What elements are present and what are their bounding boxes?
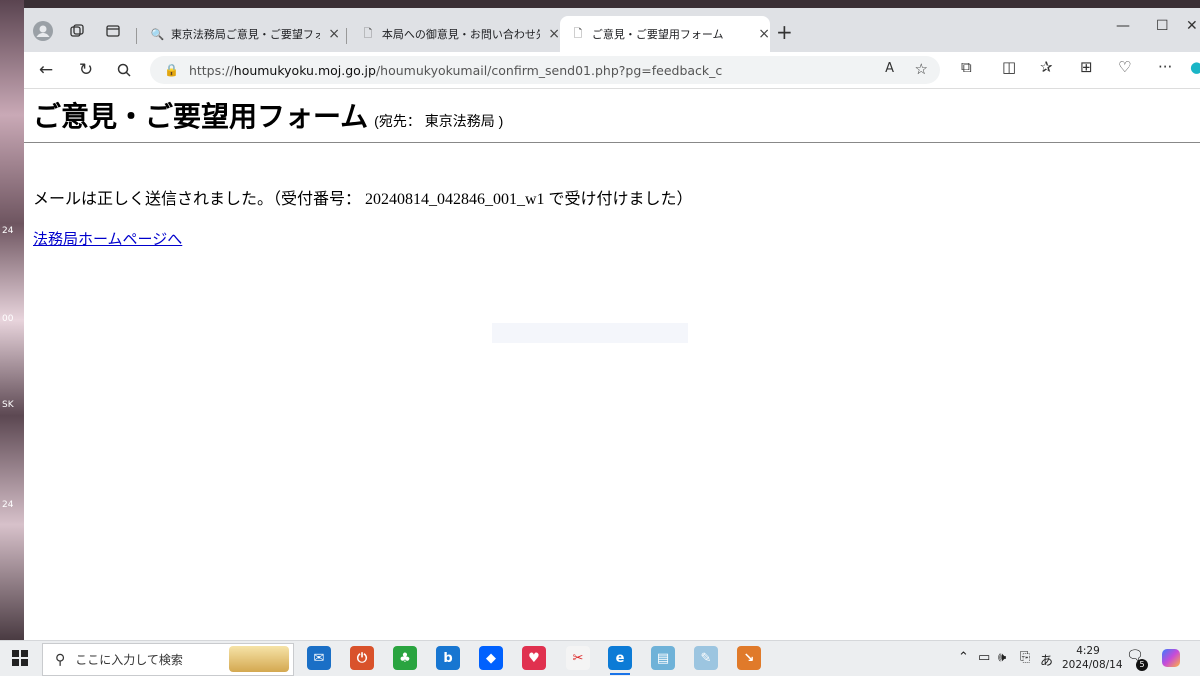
evernote-icon[interactable]: ♣ (393, 646, 417, 670)
tab-2[interactable]: 🗋 本局への御意見・お問い合わせ先ー × (350, 16, 560, 52)
app-red-icon[interactable]: ⏻ (350, 646, 374, 670)
edge-icon[interactable]: e (608, 646, 632, 670)
back-icon[interactable]: ← (34, 58, 58, 82)
taskbar-search-placeholder: ここに入力して検索 (75, 653, 183, 667)
network-icon[interactable]: ⎘ (1020, 650, 1030, 665)
url-field[interactable]: 🔒 https://houmukyoku.moj.go.jp/houmukyok… (150, 56, 940, 84)
notification-count: 5 (1136, 659, 1148, 671)
address-bar-row: ← ↻ 🔒 https://houmukyoku.moj.go.jp/houmu… (24, 52, 1200, 89)
profile-icon[interactable] (30, 18, 56, 44)
page-content: ご意見・ご要望用フォーム (宛先： 東京法務局 ) メールは正しく送信されました。… (24, 89, 1200, 640)
app-scissors-icon[interactable]: ✂ (566, 646, 590, 670)
search-icon[interactable] (112, 58, 136, 82)
page-icon: 🗋 (363, 26, 373, 40)
page-subtitle: (宛先： 東京法務局 ) (374, 113, 504, 129)
search-icon: 🔍 (150, 27, 165, 41)
desktop-icon-label: SK (2, 400, 14, 410)
extensions-icon[interactable]: ⧉ (961, 58, 972, 76)
taskbar-search-box[interactable]: ⚲ ここに入力して検索 (42, 643, 294, 676)
volume-icon[interactable]: 🕪 (998, 650, 1006, 665)
page-icon: 🗋 (573, 26, 583, 40)
search-highlight-image (229, 646, 289, 672)
tab-label: ご意見・ご要望用フォーム (591, 28, 724, 41)
app-blue-b-icon[interactable]: b (436, 646, 460, 670)
page-title: ご意見・ご要望用フォーム (宛先： 東京法務局 ) (33, 95, 503, 135)
taskbar: ⚲ ここに入力して検索 ✉ ⏻ ♣ b ◆ ♥ ✂ e ▤ ✎ ↘ ⌃ ▭ 🕪 … (0, 640, 1200, 676)
favorite-star-icon[interactable]: ☆ (915, 60, 928, 78)
split-screen-icon[interactable]: ◫ (1002, 58, 1016, 76)
tab-label: 東京法務局ご意見・ご要望フォーム - (170, 28, 321, 41)
clock[interactable]: 4:29 2024/08/14 (1062, 644, 1123, 672)
refresh-icon[interactable]: ↻ (74, 58, 98, 82)
close-window-icon[interactable]: ✕ (1186, 18, 1198, 34)
desktop-icon-label: 00 (2, 314, 14, 324)
app-notes-icon[interactable]: ▤ (651, 646, 675, 670)
url-path: /houmukyokumail/confirm_send01.php?pg=fe… (375, 62, 723, 78)
tab-label: 本局への御意見・お問い合わせ先ー (381, 28, 541, 41)
browser-window: 🔍 東京法務局ご意見・ご要望フォーム - × 🗋 本局への御意見・お問い合わせ先… (24, 8, 1200, 640)
windows-start-icon[interactable] (12, 650, 28, 666)
maximize-icon[interactable]: ☐ (1156, 18, 1169, 34)
favorites-icon[interactable]: ✰ (1040, 58, 1053, 76)
lock-icon[interactable]: 🔒 (164, 63, 179, 77)
faded-overlay (492, 323, 688, 343)
url-prefix: https:// (188, 62, 234, 78)
mail-icon[interactable]: ✉ (307, 646, 331, 670)
read-aloud-icon[interactable]: A (885, 61, 894, 76)
url-host: houmukyoku.moj.go.jp (233, 62, 376, 78)
divider (24, 142, 1200, 143)
close-icon[interactable]: × (548, 26, 560, 42)
desktop-icon-label: 24 (2, 226, 14, 236)
browser-essentials-icon[interactable]: ♡ (1118, 58, 1131, 76)
collections-icon[interactable]: ⊞ (1080, 58, 1093, 76)
desktop-wallpaper: 24 00 SK 24 (0, 0, 24, 640)
battery-icon[interactable]: ▭ (978, 650, 990, 665)
new-tab-button[interactable]: + (776, 20, 793, 44)
copilot-icon[interactable] (1162, 649, 1180, 667)
clock-time: 4:29 (1076, 645, 1100, 657)
app-heart-icon[interactable]: ♥ (522, 646, 546, 670)
show-hidden-icons-icon[interactable]: ⌃ (958, 650, 969, 665)
dropbox-icon[interactable]: ◆ (479, 646, 503, 670)
close-icon[interactable]: × (328, 26, 340, 42)
minimize-icon[interactable]: — (1116, 18, 1130, 34)
tab-3-active[interactable]: 🗋 ご意見・ご要望用フォーム × (560, 16, 770, 52)
workspaces-icon[interactable] (64, 18, 90, 44)
confirmation-message: メールは正しく送信されました。（受付番号： 20240814_042846_00… (33, 191, 693, 208)
search-icon: ⚲ (55, 651, 66, 668)
home-link[interactable]: 法務局ホームページへ (33, 228, 182, 249)
tab-1[interactable]: 🔍 東京法務局ご意見・ご要望フォーム - × (140, 16, 340, 52)
app-orange-icon[interactable]: ↘ (737, 646, 761, 670)
ime-indicator[interactable]: あ (1040, 650, 1053, 669)
copilot-sidebar-icon[interactable]: ● (1190, 58, 1200, 76)
tab-bar: 🔍 東京法務局ご意見・ご要望フォーム - × 🗋 本局への御意見・お問い合わせ先… (24, 8, 1200, 52)
page-title-text: ご意見・ご要望用フォーム (33, 101, 369, 132)
app-paint-icon[interactable]: ✎ (694, 646, 718, 670)
desktop-icon-label: 24 (2, 500, 14, 510)
clock-date: 2024/08/14 (1062, 659, 1123, 671)
tab-actions-icon[interactable] (100, 18, 126, 44)
close-icon[interactable]: × (758, 26, 770, 42)
more-menu-icon[interactable]: ··· (1158, 58, 1172, 76)
